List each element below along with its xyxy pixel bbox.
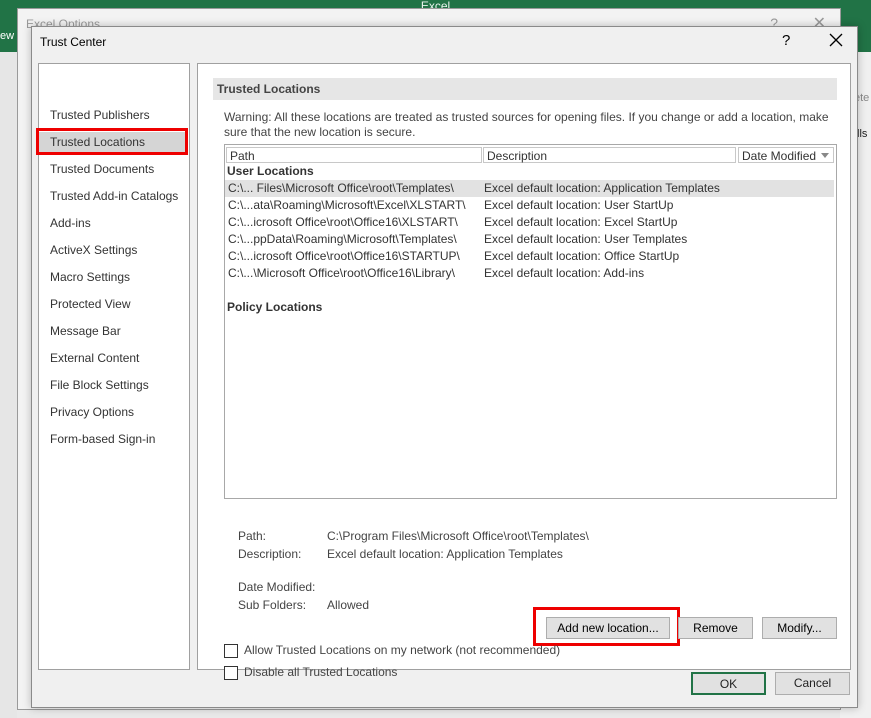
detail-path-value: C:\Program Files\Microsoft Office\root\T… (327, 529, 589, 543)
row-description: Excel default location: User Templates (484, 232, 688, 246)
nav-item-addins[interactable]: Add-ins (50, 213, 91, 233)
table-row[interactable]: C:\...\Microsoft Office\root\Office16\Li… (225, 265, 834, 282)
row-description: Excel default location: Excel StartUp (484, 215, 678, 229)
row-path: C:\...icrosoft Office\root\Office16\STAR… (228, 249, 460, 263)
section-header: Trusted Locations (213, 78, 837, 100)
dialog-title: Trust Center (40, 35, 107, 49)
cancel-button[interactable]: Cancel (775, 672, 850, 695)
allow-network-checkbox[interactable] (224, 644, 238, 658)
excel-left-strip (0, 52, 17, 718)
row-path: C:\...\Microsoft Office\root\Office16\Li… (228, 266, 455, 280)
row-description: Excel default location: Office StartUp (484, 249, 680, 263)
detail-subfolders-value: Allowed (327, 598, 370, 612)
excel-tab-fragment: ew (0, 30, 15, 42)
group-header-user-locations: User Locations (227, 164, 314, 178)
row-description: Excel default location: User StartUp (484, 198, 674, 212)
close-icon[interactable] (827, 31, 845, 49)
row-path: C:\...ppData\Roaming\Microsoft\Templates… (228, 232, 457, 246)
table-row[interactable]: C:\...ata\Roaming\Microsoft\Excel\XLSTAR… (225, 197, 834, 214)
help-icon[interactable]: ? (782, 32, 790, 49)
table-row[interactable]: C:\...icrosoft Office\root\Office16\STAR… (225, 248, 834, 265)
nav-item-external-content[interactable]: External Content (50, 348, 139, 368)
nav-item-form-based-sign-in[interactable]: Form-based Sign-in (50, 429, 155, 449)
detail-subfolders-label: Sub Folders: (238, 598, 307, 612)
remove-button[interactable]: Remove (678, 617, 753, 639)
row-description: Excel default location: Add-ins (484, 266, 645, 280)
group-header-policy-locations: Policy Locations (227, 300, 323, 314)
category-nav: Trusted Publishers Trusted Locations Tru… (36, 63, 190, 670)
column-header-date-modified-label: Date Modified (742, 149, 817, 163)
nav-item-macro-settings[interactable]: Macro Settings (50, 267, 130, 287)
nav-item-protected-view[interactable]: Protected View (50, 294, 131, 314)
nav-item-message-bar[interactable]: Message Bar (50, 321, 121, 341)
column-header-path[interactable]: Path (226, 147, 482, 163)
nav-item-trusted-publishers[interactable]: Trusted Publishers (50, 105, 150, 125)
row-path: C:\...ata\Roaming\Microsoft\Excel\XLSTAR… (228, 198, 466, 212)
detail-description-value: Excel default location: Application Temp… (327, 547, 563, 561)
excel-right-fragment-2: lls (857, 128, 868, 140)
column-header-description[interactable]: Description (483, 147, 736, 163)
table-row[interactable]: C:\...ppData\Roaming\Microsoft\Templates… (225, 231, 834, 248)
nav-item-privacy-options[interactable]: Privacy Options (50, 402, 134, 422)
detail-date-modified-label: Date Modified: (238, 580, 316, 594)
detail-path-label: Path: (238, 529, 267, 543)
locations-list[interactable]: Path Description Date Modified User Loca… (224, 144, 837, 499)
row-path: C:\...icrosoft Office\root\Office16\XLST… (228, 215, 458, 229)
section-title: Trusted Locations (217, 82, 321, 96)
row-description: Excel default location: Application Temp… (484, 181, 720, 195)
disable-all-label: Disable all Trusted Locations (244, 665, 398, 679)
column-header-date-modified[interactable]: Date Modified (738, 147, 834, 163)
modify-button[interactable]: Modify... (762, 617, 837, 639)
allow-network-label: Allow Trusted Locations on my network (n… (244, 643, 561, 657)
sort-arrow-icon (821, 153, 829, 158)
row-path: C:\... Files\Microsoft Office\root\Templ… (228, 181, 454, 195)
disable-all-checkbox[interactable] (224, 666, 238, 680)
table-row[interactable]: C:\... Files\Microsoft Office\root\Templ… (225, 180, 834, 197)
highlight-box-add-location (533, 607, 680, 646)
nav-item-trusted-addin-catalogs[interactable]: Trusted Add-in Catalogs (50, 186, 178, 206)
detail-description-label: Description: (238, 547, 302, 561)
nav-item-file-block-settings[interactable]: File Block Settings (50, 375, 149, 395)
table-row[interactable]: C:\...icrosoft Office\root\Office16\XLST… (225, 214, 834, 231)
nav-item-activex-settings[interactable]: ActiveX Settings (50, 240, 137, 260)
nav-item-trusted-documents[interactable]: Trusted Documents (50, 159, 154, 179)
warning-text: Warning: All these locations are treated… (224, 110, 829, 139)
highlight-box-trusted-locations (36, 128, 188, 155)
trust-center-dialog: Trust Center ? Trusted Publishers Truste… (31, 26, 858, 708)
trusted-locations-pane: Trusted Locations Warning: All these loc… (197, 63, 851, 680)
ok-button[interactable]: OK (691, 672, 766, 695)
